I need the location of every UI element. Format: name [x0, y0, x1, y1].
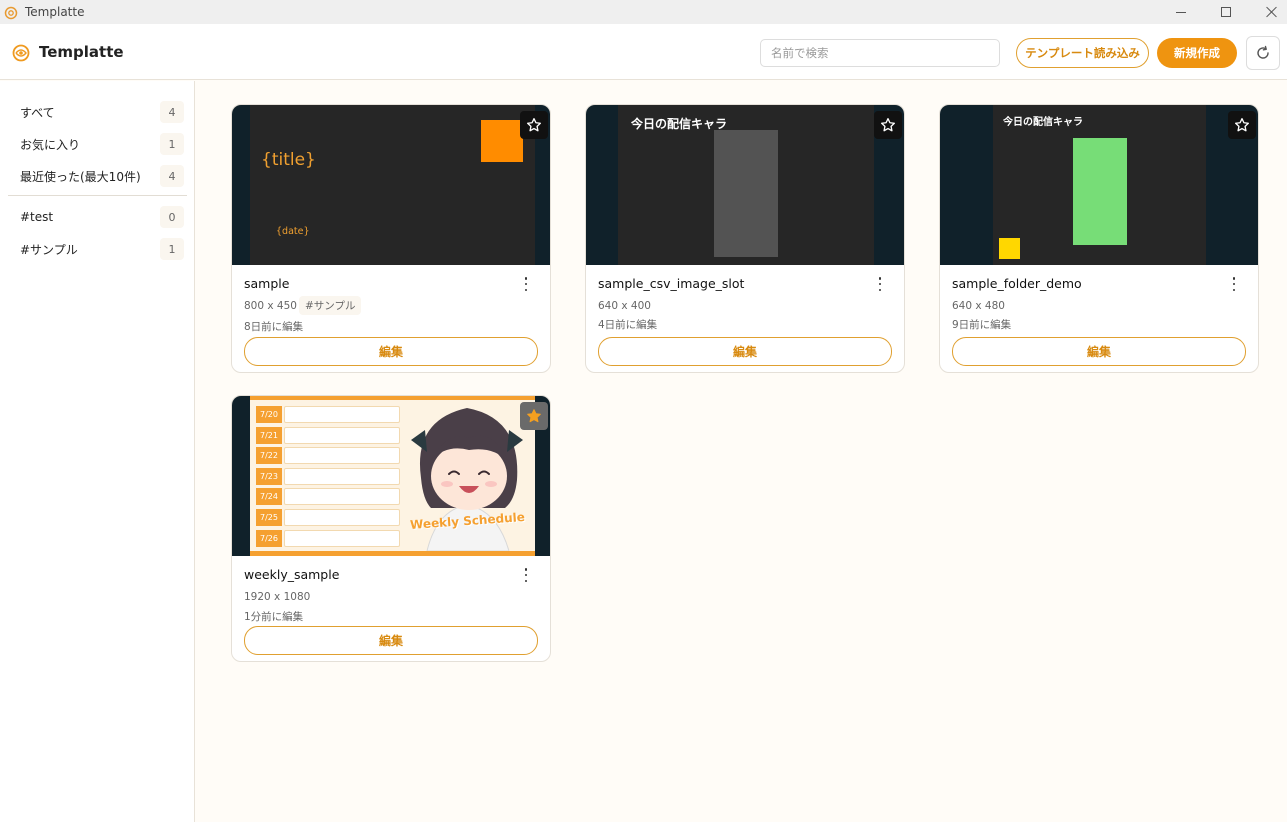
thumb-heading-text: 今日の配信キャラ — [1003, 117, 1083, 128]
sidebar-item-label: 最近使った(最大10件) — [20, 169, 141, 184]
refresh-button[interactable] — [1246, 36, 1280, 70]
schedule-date: 7/22 — [256, 447, 282, 464]
template-card[interactable]: 今日の配信キャラ sample_folder_demo 640 x 480 9日… — [939, 104, 1259, 373]
more-vertical-icon — [524, 277, 528, 280]
star-filled-icon — [527, 409, 541, 423]
schedule-date: 7/23 — [256, 468, 282, 485]
template-card[interactable]: {title} {date} sample 800 x 450 #サンプル 8日… — [231, 104, 551, 373]
more-menu-button[interactable] — [522, 568, 530, 582]
schedule-row: 7/24 — [256, 488, 400, 505]
sidebar-item-all[interactable]: すべて 4 — [8, 98, 188, 126]
more-vertical-icon — [524, 568, 528, 571]
thumb-image-slot — [714, 130, 778, 257]
template-name: sample_csv_image_slot — [598, 276, 745, 291]
thumb-heading-text: 今日の配信キャラ — [631, 117, 728, 131]
more-menu-button[interactable] — [1230, 277, 1238, 291]
minimize-icon — [1176, 11, 1186, 13]
sidebar-item-label: すべて — [20, 105, 55, 120]
template-thumbnail[interactable]: 今日の配信キャラ — [586, 105, 904, 265]
schedule-date: 7/20 — [256, 406, 282, 423]
schedule-row: 7/25 — [256, 509, 400, 526]
sidebar-item-count: 1 — [160, 133, 184, 155]
template-edited-time: 1分前に編集 — [244, 611, 304, 623]
edit-button[interactable]: 編集 — [598, 337, 892, 366]
template-edited-time: 8日前に編集 — [244, 321, 304, 333]
favorite-toggle[interactable] — [520, 402, 548, 430]
thumb-green-block — [1073, 138, 1127, 245]
schedule-row: 7/23 — [256, 468, 400, 485]
thumb-title-text: {title} — [261, 150, 316, 170]
thumb-block — [481, 120, 523, 162]
schedule-row: 7/20 — [256, 406, 400, 423]
app-logo-icon — [4, 5, 18, 20]
template-thumbnail[interactable]: 7/20 7/21 7/22 7/23 7/24 7/25 7/26 Weekl… — [232, 396, 550, 556]
minimize-button[interactable] — [1158, 0, 1204, 24]
sidebar-item-count: 0 — [160, 206, 184, 228]
template-edited-time: 9日前に編集 — [952, 319, 1012, 331]
app-header: Templatte テンプレート読み込み 新規作成 — [0, 24, 1287, 80]
close-icon — [1266, 6, 1278, 18]
schedule-date: 7/24 — [256, 488, 282, 505]
schedule-date: 7/21 — [256, 427, 282, 444]
schedule-date: 7/25 — [256, 509, 282, 526]
sidebar-item-recent[interactable]: 最近使った(最大10件) 4 — [8, 162, 188, 190]
maximize-icon — [1221, 7, 1231, 17]
sidebar-tag-test[interactable]: #test 0 — [8, 203, 188, 231]
sidebar-item-label: お気に入り — [20, 137, 81, 152]
sidebar-item-label: #test — [20, 210, 54, 224]
edit-button[interactable]: 編集 — [244, 337, 538, 366]
edit-button[interactable]: 編集 — [952, 337, 1246, 366]
sidebar-item-favorites[interactable]: お気に入り 1 — [8, 130, 188, 158]
thumb-date-text: {date} — [276, 226, 310, 237]
template-size: 1920 x 1080 — [244, 591, 311, 603]
template-thumbnail[interactable]: {title} {date} — [232, 105, 550, 265]
app-title: Templatte — [39, 43, 124, 61]
sidebar-item-label: #サンプル — [20, 242, 78, 257]
search-input[interactable] — [760, 39, 1000, 67]
template-name: weekly_sample — [244, 567, 340, 582]
sidebar-item-count: 4 — [160, 101, 184, 123]
template-thumbnail[interactable]: 今日の配信キャラ — [940, 105, 1258, 265]
template-size: 640 x 400 — [598, 300, 651, 312]
star-outline-icon — [881, 118, 895, 132]
maximize-button[interactable] — [1203, 0, 1249, 24]
schedule-row: 7/26 — [256, 530, 400, 547]
sidebar-item-count: 4 — [160, 165, 184, 187]
window-titlebar: Templatte — [0, 0, 1287, 24]
template-card[interactable]: 今日の配信キャラ sample_csv_image_slot 640 x 400… — [585, 104, 905, 373]
favorite-toggle[interactable] — [520, 111, 548, 139]
schedule-row: 7/21 — [256, 427, 400, 444]
window-title: Templatte — [25, 5, 85, 19]
favorite-toggle[interactable] — [874, 111, 902, 139]
template-size: 800 x 450 — [244, 300, 297, 312]
thumb-yellow-block — [999, 238, 1020, 259]
import-template-button[interactable]: テンプレート読み込み — [1016, 38, 1149, 68]
template-card[interactable]: 7/20 7/21 7/22 7/23 7/24 7/25 7/26 Weekl… — [231, 395, 551, 662]
sidebar-divider — [8, 195, 187, 196]
template-size: 640 x 480 — [952, 300, 1005, 312]
refresh-icon — [1257, 45, 1269, 59]
star-outline-icon — [527, 118, 541, 132]
schedule-row: 7/22 — [256, 447, 400, 464]
close-button[interactable] — [1249, 0, 1287, 24]
more-vertical-icon — [878, 277, 882, 280]
template-name: sample — [244, 276, 290, 291]
template-edited-time: 4日前に編集 — [598, 319, 658, 331]
favorite-toggle[interactable] — [1228, 111, 1256, 139]
template-tag[interactable]: #サンプル — [299, 296, 362, 315]
more-menu-button[interactable] — [876, 277, 884, 291]
more-menu-button[interactable] — [522, 277, 530, 291]
sidebar-item-count: 1 — [160, 238, 184, 260]
template-name: sample_folder_demo — [952, 276, 1082, 291]
schedule-date: 7/26 — [256, 530, 282, 547]
sidebar: すべて 4 お気に入り 1 最近使った(最大10件) 4 #test 0 #サン… — [0, 81, 195, 822]
new-template-button[interactable]: 新規作成 — [1157, 38, 1237, 68]
star-outline-icon — [1235, 118, 1249, 132]
more-vertical-icon — [1232, 277, 1236, 280]
edit-button[interactable]: 編集 — [244, 626, 538, 655]
app-logo-icon — [12, 44, 30, 62]
sidebar-tag-sample[interactable]: #サンプル 1 — [8, 235, 188, 263]
